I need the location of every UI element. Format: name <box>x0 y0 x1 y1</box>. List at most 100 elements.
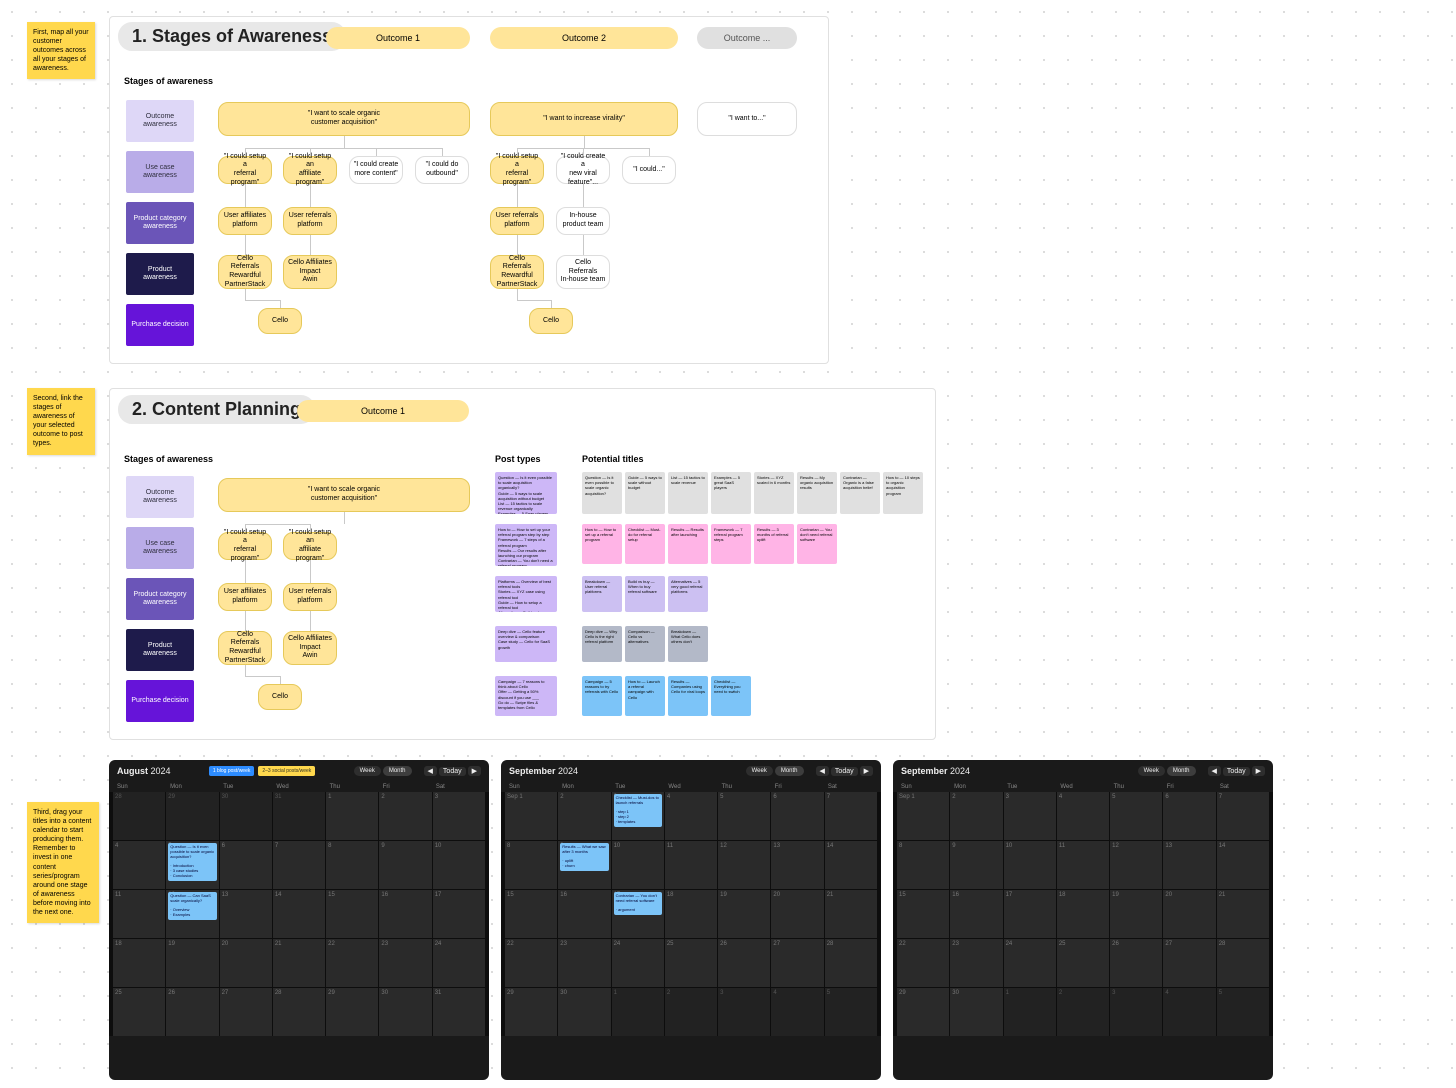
s1-c1-uc-3[interactable]: "I could dooutbound" <box>415 156 469 184</box>
calendar-cell[interactable]: 19 <box>718 890 770 938</box>
title-card[interactable]: Campaign — 5 reasons to try referrals wi… <box>582 676 622 716</box>
calendar-cell[interactable]: 18 <box>1057 890 1109 938</box>
s2-prod-1[interactable]: Cello AffiliatesImpactAwin <box>283 631 337 665</box>
calendar-cell[interactable]: 30 <box>558 988 610 1036</box>
calendar-cell[interactable]: 21 <box>273 939 325 987</box>
calendar-cell[interactable]: 31 <box>273 792 325 840</box>
calendar-cell[interactable]: 19 <box>1110 890 1162 938</box>
calendar-cell[interactable]: 23 <box>379 939 431 987</box>
calendar-event[interactable]: Question — Can SaaS scale organically?· … <box>168 892 216 920</box>
calendar-cell[interactable]: 25 <box>113 988 165 1036</box>
calendar-cell[interactable]: 6 <box>1163 792 1215 840</box>
calendar-cell[interactable]: 17Contrarian — You don't need referral s… <box>612 890 664 938</box>
calendar-cell[interactable]: 12 <box>1110 841 1162 889</box>
calendar-cell[interactable]: 7 <box>1217 792 1269 840</box>
outcome-pill-1[interactable]: Outcome 1 <box>326 27 470 49</box>
calendar-cell[interactable]: 27 <box>1163 939 1215 987</box>
calendar-cell[interactable]: 3 <box>1004 792 1056 840</box>
calendar-cell[interactable]: 5 <box>718 792 770 840</box>
view-month[interactable]: Month <box>383 766 412 776</box>
calendar-cell[interactable]: 27 <box>771 939 823 987</box>
section2-outcome-pill[interactable]: Outcome 1 <box>297 400 469 422</box>
calendar-cell[interactable]: 6 <box>771 792 823 840</box>
view-week[interactable]: Week <box>1138 766 1165 776</box>
calendar-cell[interactable]: 11 <box>665 841 717 889</box>
view-week[interactable]: Week <box>354 766 381 776</box>
calendar-cell[interactable]: 21 <box>1217 890 1269 938</box>
calendar-cell[interactable]: 3 <box>433 792 485 840</box>
title-card[interactable]: Contrarian — You don't need referral sof… <box>797 524 837 564</box>
calendar-cell[interactable]: 28 <box>1217 939 1269 987</box>
title-card[interactable]: Results — Results after launching <box>668 524 708 564</box>
calendar-cell[interactable]: 24 <box>1004 939 1056 987</box>
title-card[interactable]: Results — My organic acquisition results <box>797 472 837 514</box>
calendar-event[interactable]: Results — What we saw after 3 months· up… <box>560 843 608 871</box>
calendar-cell[interactable]: 3Checklist — Must-dos to launch referral… <box>612 792 664 840</box>
title-card[interactable]: Question — Is it even possible to scale … <box>582 472 622 514</box>
calendar-cell[interactable]: 11 <box>113 890 165 938</box>
s1-c2-prod-1[interactable]: Cello ReferralsIn-house team <box>556 255 610 289</box>
calendar-cell[interactable]: 22 <box>505 939 557 987</box>
next-button[interactable]: ▶ <box>1252 766 1265 776</box>
calendar-cell[interactable]: 8 <box>897 841 949 889</box>
post-type-r2[interactable]: How to — How to set up your referral pro… <box>495 524 557 566</box>
post-type-r4[interactable]: Deep dive — Cello feature overview & com… <box>495 626 557 662</box>
calendar-cell[interactable]: 9 <box>379 841 431 889</box>
calendar-cell[interactable]: 22 <box>897 939 949 987</box>
calendar-cell[interactable]: 25 <box>1057 939 1109 987</box>
calendar-cell[interactable]: 29 <box>326 988 378 1036</box>
s1-c2-uc-1[interactable]: "I could create anew viral feature"... <box>556 156 610 184</box>
calendar-cell[interactable]: 28 <box>113 792 165 840</box>
title-card[interactable]: Examples — 5 great SaaS players <box>711 472 751 514</box>
calendar-cell[interactable]: 15 <box>897 890 949 938</box>
view-month[interactable]: Month <box>775 766 804 776</box>
view-month[interactable]: Month <box>1167 766 1196 776</box>
calendar-cell[interactable]: 2 <box>1057 988 1109 1036</box>
s2-uc-1[interactable]: "I could setup anaffiliate program" <box>283 532 337 560</box>
calendar-cell[interactable]: 24 <box>612 939 664 987</box>
calendar-cell[interactable]: 26 <box>718 939 770 987</box>
calendar-cell[interactable]: 20 <box>1163 890 1215 938</box>
calendar-cell[interactable]: 1 <box>1004 988 1056 1036</box>
s1-c2-uc-0[interactable]: "I could setup areferral program" <box>490 156 544 184</box>
s2-buy[interactable]: Cello <box>258 684 302 710</box>
title-card[interactable]: Contrarian — Organic is a false acquisit… <box>840 472 880 514</box>
calendar-cell[interactable]: 5Question — Is it even possible to scale… <box>166 841 218 889</box>
calendar-cell[interactable]: 15 <box>326 890 378 938</box>
calendar-cell[interactable]: 19 <box>166 939 218 987</box>
calendar-cell[interactable]: 29 <box>166 792 218 840</box>
s2-cat-1[interactable]: User referralsplatform <box>283 583 337 611</box>
prev-button[interactable]: ◀ <box>424 766 437 776</box>
calendar-august[interactable]: August 20241 blog post/week2–3 social po… <box>109 760 489 1080</box>
calendar-cell[interactable]: 2 <box>665 988 717 1036</box>
title-card[interactable]: Deep dive — Why Cello is the right refer… <box>582 626 622 662</box>
s1-c1-cat-1[interactable]: User referralsplatform <box>283 207 337 235</box>
post-type-r3[interactable]: Platforms — Overview of best referral to… <box>495 576 557 612</box>
title-card[interactable]: Breakdown — User referral platforms <box>582 576 622 612</box>
title-card[interactable]: Results — Companies using Cello for vira… <box>668 676 708 716</box>
calendar-cell[interactable]: 10 <box>612 841 664 889</box>
calendar-cell[interactable]: 14 <box>1217 841 1269 889</box>
calendar-cell[interactable]: 4 <box>665 792 717 840</box>
calendar-cell[interactable]: 23 <box>950 939 1002 987</box>
post-type-r5[interactable]: Campaign — 7 reasons to think about Cell… <box>495 676 557 716</box>
calendar-cell[interactable]: 30 <box>220 792 272 840</box>
calendar-cell[interactable]: 6 <box>220 841 272 889</box>
calendar-cell[interactable]: 7 <box>273 841 325 889</box>
calendar-cell[interactable]: 28 <box>273 988 325 1036</box>
calendar-cell[interactable]: 4 <box>113 841 165 889</box>
calendar-cell[interactable]: 14 <box>273 890 325 938</box>
sticky-note-3[interactable]: Third, drag your titles into a content c… <box>27 802 99 923</box>
s2-root[interactable]: "I want to scale organiccustomer acquisi… <box>218 478 470 512</box>
post-type-r1[interactable]: Question — Is it even possible to scale … <box>495 472 557 514</box>
sticky-note-1[interactable]: First, map all your customer outcomes ac… <box>27 22 95 79</box>
title-card[interactable]: Checklist — Must-do for referral setup <box>625 524 665 564</box>
s1-c1-buy[interactable]: Cello <box>258 308 302 334</box>
calendar-cell[interactable]: 31 <box>433 988 485 1036</box>
s2-uc-0[interactable]: "I could setup areferral program" <box>218 532 272 560</box>
calendar-cell[interactable]: 10 <box>433 841 485 889</box>
calendar-cell[interactable]: 17 <box>433 890 485 938</box>
calendar-cell[interactable]: 11 <box>1057 841 1109 889</box>
s1-c1-uc-0[interactable]: "I could setup areferral program" <box>218 156 272 184</box>
sticky-note-2[interactable]: Second, link the stages of awareness of … <box>27 388 95 455</box>
